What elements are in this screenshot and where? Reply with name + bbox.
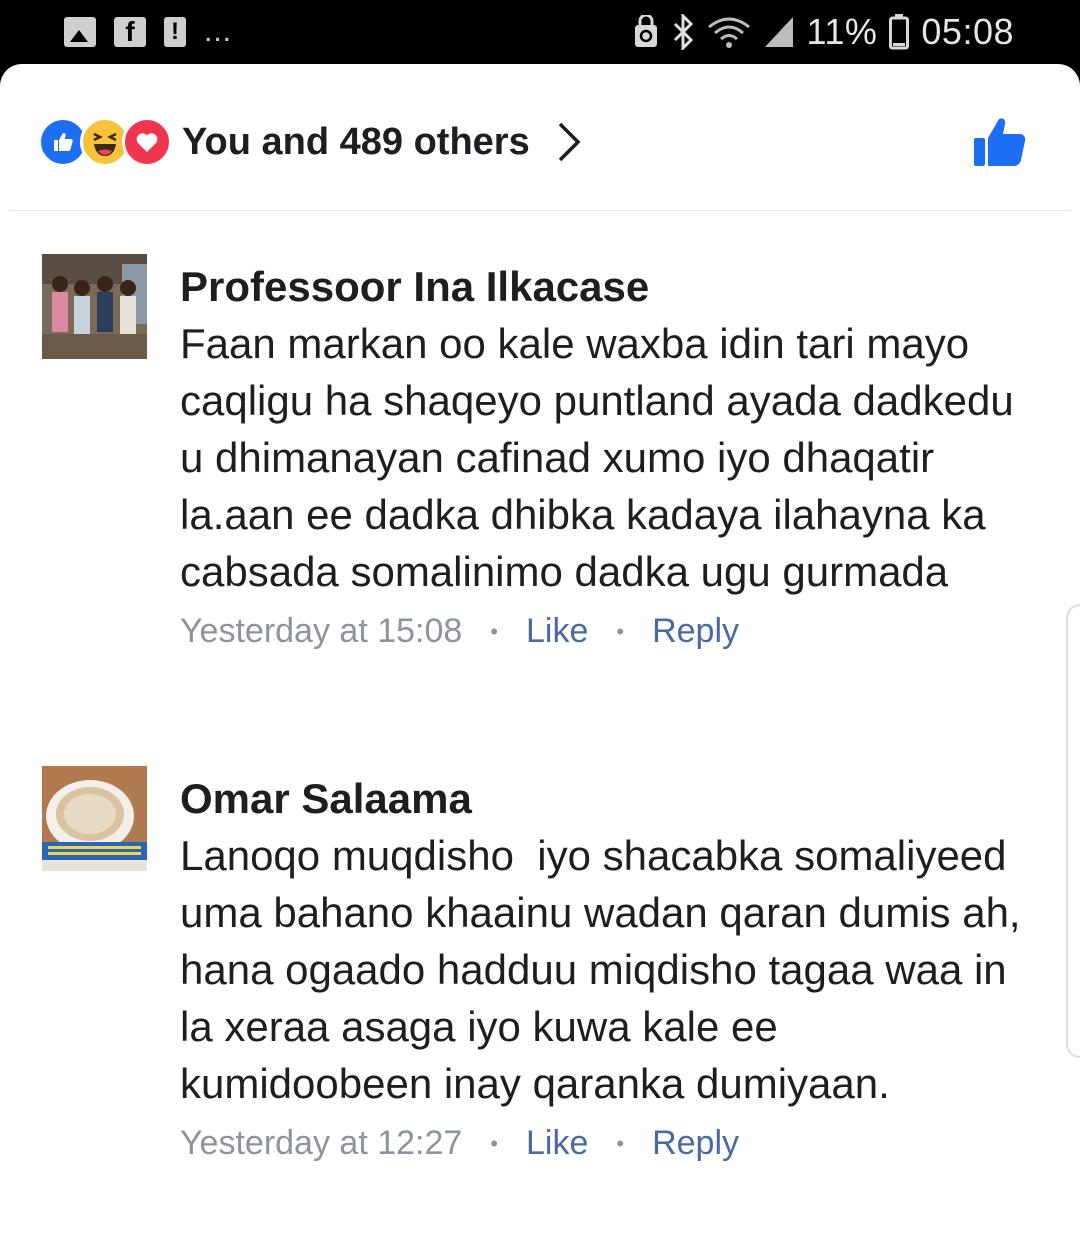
signal-icon bbox=[764, 17, 793, 47]
comment-text: Lanoqo muqdisho iyo shacabka somaliyeed … bbox=[180, 832, 1033, 1107]
clock: 05:08 bbox=[921, 11, 1014, 52]
image-icon bbox=[64, 17, 96, 47]
like-link[interactable]: Like bbox=[526, 1124, 588, 1163]
recycle-lock-icon bbox=[634, 15, 657, 47]
reply-link[interactable]: Reply bbox=[652, 1124, 739, 1163]
battery-icon bbox=[889, 14, 910, 50]
wifi-icon bbox=[707, 17, 750, 48]
battery-percent: 11% bbox=[806, 11, 878, 52]
bluetooth-icon bbox=[673, 14, 693, 50]
comment-time[interactable]: Yesterday at 12:27 bbox=[180, 1124, 462, 1163]
scrollbar[interactable] bbox=[1066, 604, 1080, 1058]
comment-meta: Yesterday at 12:27 • Like • Reply bbox=[180, 1124, 1040, 1163]
chevron-right-icon[interactable] bbox=[556, 120, 582, 164]
more-notifications: ... bbox=[204, 15, 233, 48]
status-bar: f ! ... 11% 05:08 bbox=[0, 0, 1080, 66]
comment-text: Faan markan oo kale waxba idin tari mayo… bbox=[180, 320, 1026, 595]
avatar[interactable] bbox=[42, 766, 147, 871]
comment-author[interactable]: Omar Salaama bbox=[180, 770, 1040, 827]
reply-link[interactable]: Reply bbox=[652, 612, 739, 651]
comments-sheet: You and 489 others Professoor Ina Ilkaca… bbox=[0, 64, 1080, 1250]
reactions-count-text: You and 489 others bbox=[182, 120, 530, 163]
header-divider bbox=[10, 210, 1070, 211]
facebook-icon: f bbox=[114, 16, 146, 47]
reactions-summary[interactable]: You and 489 others bbox=[38, 112, 582, 172]
alert-icon: ! bbox=[164, 17, 186, 47]
comment-time[interactable]: Yesterday at 15:08 bbox=[180, 612, 462, 651]
separator-dot: • bbox=[490, 618, 498, 644]
avatar[interactable] bbox=[42, 254, 147, 359]
comment-body: Omar Salaama Lanoqo muqdisho iyo shacabk… bbox=[180, 766, 1040, 1163]
separator-dot: • bbox=[616, 618, 625, 644]
comment-author[interactable]: Professoor Ina Ilkacase bbox=[180, 258, 1040, 315]
separator-dot: • bbox=[490, 1130, 498, 1156]
status-left-icons: f ! ... bbox=[64, 14, 232, 50]
comment-meta: Yesterday at 15:08 • Like • Reply bbox=[180, 612, 1040, 651]
comment-body: Professoor Ina Ilkacase Faan markan oo k… bbox=[180, 254, 1040, 651]
separator-dot: • bbox=[616, 1130, 625, 1156]
like-thumb-icon[interactable] bbox=[972, 114, 1028, 170]
like-link[interactable]: Like bbox=[526, 612, 588, 651]
love-reaction-icon bbox=[122, 117, 172, 167]
status-right-icons: 11% 05:08 bbox=[633, 10, 1014, 54]
